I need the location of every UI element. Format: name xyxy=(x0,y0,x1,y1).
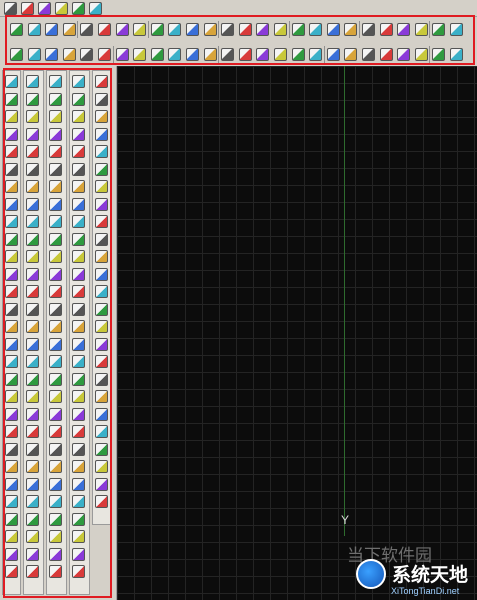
watermark-logo-icon xyxy=(356,559,386,589)
left-panel-highlight-box xyxy=(3,68,112,598)
toolbar-tool-icon[interactable] xyxy=(89,2,102,15)
toolbar-tool-icon[interactable] xyxy=(4,2,17,15)
toolbar-highlight-box xyxy=(5,15,475,65)
toolbar-tool-icon[interactable] xyxy=(72,2,85,15)
toolbar-tool-icon[interactable] xyxy=(55,2,68,15)
drawing-canvas[interactable]: Y 当下软件园 系统天地 XiTongTianDi.net xyxy=(117,66,477,600)
toolbar-tool-icon[interactable] xyxy=(21,2,34,15)
y-axis-line xyxy=(344,66,345,536)
watermark-brand-text: 系统天地 xyxy=(392,564,469,586)
toolbar-tool-icon[interactable] xyxy=(38,2,51,15)
y-axis-label: Y xyxy=(341,513,350,527)
watermark-brand-url: XiTongTianDi.net xyxy=(391,586,460,596)
